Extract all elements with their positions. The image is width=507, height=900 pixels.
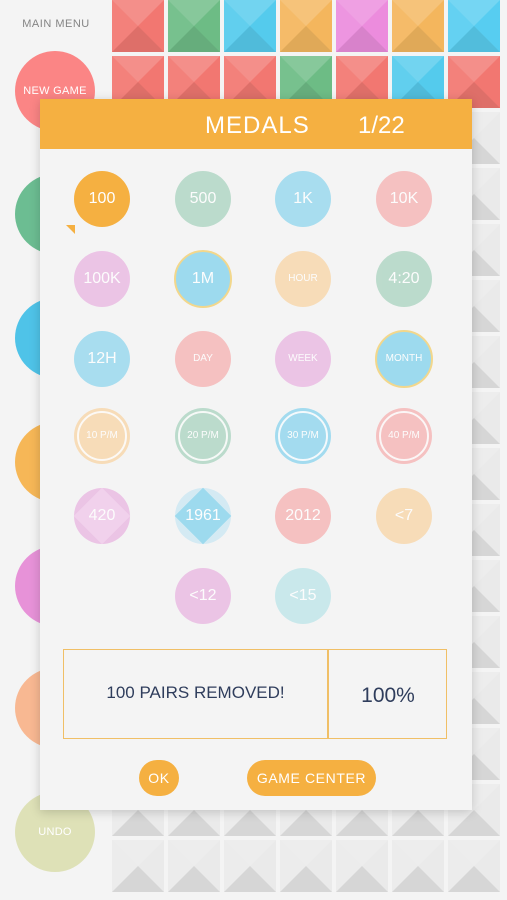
medal-12[interactable]: MONTH <box>375 330 433 388</box>
medal-14[interactable]: 20 P/M <box>175 408 231 464</box>
medal-badge: 100 <box>74 171 130 227</box>
medal-13[interactable]: 10 P/M <box>74 408 130 464</box>
medal-label: WEEK <box>288 352 318 364</box>
medal-label: <7 <box>394 506 414 524</box>
selected-pointer-icon <box>66 225 75 234</box>
medal-21[interactable]: <12 <box>175 568 231 624</box>
medal-badge: 100K <box>74 251 130 307</box>
medal-2[interactable]: 500 <box>175 171 231 227</box>
medal-8[interactable]: 4:20 <box>376 251 432 307</box>
medal-10[interactable]: DAY <box>175 331 231 387</box>
medal-badge: 4:20 <box>376 251 432 307</box>
medal-7[interactable]: HOUR <box>275 251 331 307</box>
medal-label: 100 <box>88 189 116 207</box>
medal-badge: 1M <box>174 250 232 308</box>
medal-badge: <7 <box>376 488 432 544</box>
medal-badge: 500 <box>175 171 231 227</box>
medal-1[interactable]: 100 <box>66 171 130 234</box>
medal-badge: 10 P/M <box>74 408 130 464</box>
medal-count: 1/22 <box>358 112 405 139</box>
medal-badge: 10K <box>376 171 432 227</box>
medal-label: 1M <box>191 269 215 287</box>
medal-percentage: 100% <box>361 684 415 707</box>
medal-label: 100K <box>83 269 121 287</box>
medal-label: 4:20 <box>388 269 420 287</box>
medal-badge: 1961 <box>174 487 232 545</box>
medal-label: <15 <box>289 586 317 604</box>
medal-badge: MONTH <box>375 330 433 388</box>
medal-label: 2012 <box>285 506 321 524</box>
medal-6[interactable]: 1M <box>174 250 232 308</box>
medal-badge: 30 P/M <box>275 408 331 464</box>
medal-badge: WEEK <box>275 331 331 387</box>
game-center-button[interactable]: GAME CENTER <box>247 760 376 796</box>
medal-11[interactable]: WEEK <box>275 331 331 387</box>
medal-label: 1961 <box>185 506 221 524</box>
medal-badge: <15 <box>275 568 331 624</box>
dialog-header: MEDALS 1/22 <box>40 99 472 149</box>
medal-16[interactable]: 40 P/M <box>376 408 432 464</box>
ok-button[interactable]: OK <box>139 760 179 796</box>
medal-label: 10 P/M <box>86 429 118 441</box>
medal-3[interactable]: 1K <box>275 171 331 227</box>
medal-label: 500 <box>189 189 217 207</box>
medal-label: 1K <box>293 189 313 207</box>
medal-label: 10K <box>389 189 419 207</box>
medal-badge: 420 <box>73 487 131 545</box>
medal-label: HOUR <box>288 272 318 284</box>
medal-label: 20 P/M <box>187 429 219 441</box>
medal-15[interactable]: 30 P/M <box>275 408 331 464</box>
medal-label: 30 P/M <box>287 429 319 441</box>
medal-17[interactable]: 420 <box>73 487 131 545</box>
medal-22[interactable]: <15 <box>275 568 331 624</box>
medal-badge: 20 P/M <box>175 408 231 464</box>
medal-20[interactable]: <7 <box>376 488 432 544</box>
medal-label: 12H <box>87 349 117 367</box>
dialog-title: MEDALS <box>205 112 310 139</box>
medal-badge: DAY <box>175 331 231 387</box>
medal-badge: HOUR <box>275 251 331 307</box>
medal-badge: 1K <box>275 171 331 227</box>
medal-label: DAY <box>193 352 213 364</box>
medal-18[interactable]: 1961 <box>174 487 232 545</box>
medal-label: <12 <box>189 586 217 604</box>
medal-badge: 12H <box>74 331 130 387</box>
medal-label: MONTH <box>385 352 423 364</box>
medal-9[interactable]: 12H <box>74 331 130 387</box>
medal-19[interactable]: 2012 <box>275 488 331 544</box>
medal-info-box: 100 PAIRS REMOVED! 100% <box>63 649 447 739</box>
medal-label: 40 P/M <box>388 429 420 441</box>
medal-badge: 40 P/M <box>376 408 432 464</box>
medal-label: 420 <box>88 506 116 524</box>
medal-badge: <12 <box>175 568 231 624</box>
medals-dialog: MEDALS 1/22 100 500 1K 10K 100K 1M HOUR 4:20 12H… <box>40 99 472 810</box>
medal-4[interactable]: 10K <box>376 171 432 227</box>
medal-description: 100 PAIRS REMOVED! <box>106 683 285 702</box>
medal-badge: 2012 <box>275 488 331 544</box>
medal-5[interactable]: 100K <box>74 251 130 307</box>
